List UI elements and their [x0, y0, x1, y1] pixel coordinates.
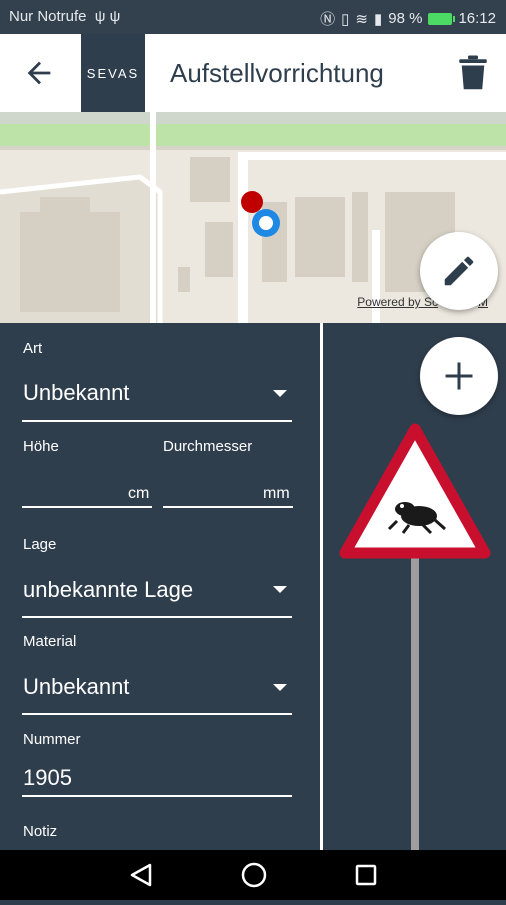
material-dropdown-icon[interactable]	[273, 684, 287, 691]
nfc-icon: Ⓝ	[320, 11, 336, 28]
carrier-text: Nur Notrufe	[9, 8, 87, 25]
sevas-logo: SEVAS	[81, 34, 145, 112]
status-bar: Nur Notrufe ψ ψ Ⓝ ▯ ≋ ▮ 98 % 16:12	[0, 0, 506, 34]
nav-buttons	[130, 862, 377, 888]
nummer-input[interactable]: 1905	[23, 765, 72, 791]
trash-icon[interactable]	[458, 54, 488, 92]
art-dropdown-icon[interactable]	[273, 390, 287, 397]
status-right: Ⓝ ▯ ≋ ▮ 98 % 16:12	[320, 8, 496, 29]
notiz-label: Notiz	[23, 823, 58, 840]
vibrate-icon: ▯	[341, 10, 350, 28]
durchmesser-label: Durchmesser	[163, 438, 253, 455]
art-select-value[interactable]: Unbekannt	[23, 380, 129, 406]
hoehe-label: Höhe	[23, 438, 59, 455]
clock: 16:12	[458, 10, 496, 27]
material-select-value[interactable]: Unbekannt	[23, 674, 129, 700]
usb-icon: ψ ψ	[94, 8, 121, 25]
add-sign-button[interactable]	[420, 337, 498, 415]
lage-select-value[interactable]: unbekannte Lage	[23, 577, 193, 603]
durchmesser-unit: mm	[263, 485, 290, 502]
hoehe-underline	[22, 506, 152, 508]
map-attribution-text: Powered by Sc	[357, 295, 438, 309]
durchmesser-underline	[163, 506, 293, 508]
logo-text: SEVAS	[86, 65, 140, 81]
app-bar: SEVAS Aufstellvorrichtung	[0, 34, 506, 112]
nummer-underline	[22, 795, 292, 797]
lage-dropdown-icon[interactable]	[273, 586, 287, 593]
attributes-form: Art Unbekannt Höhe Durchmesser cm mm Lag…	[0, 323, 320, 850]
lage-label: Lage	[23, 536, 57, 553]
nav-back-icon[interactable]	[130, 863, 152, 887]
edit-location-button[interactable]	[420, 232, 498, 310]
art-underline	[22, 420, 292, 422]
map-marker-red	[241, 191, 263, 213]
nummer-label: Nummer	[23, 731, 81, 748]
nav-home-icon[interactable]	[241, 862, 267, 888]
arrow-back-icon[interactable]	[22, 56, 56, 90]
pencil-icon	[444, 256, 474, 286]
material-label: Material	[23, 633, 77, 650]
plus-icon	[445, 362, 473, 390]
nav-recents-icon[interactable]	[355, 864, 377, 886]
page-title: Aufstellvorrichtung	[170, 58, 384, 88]
wifi-icon: ≋	[355, 10, 368, 28]
battery-icon	[428, 12, 456, 25]
material-underline	[22, 713, 292, 715]
hoehe-unit: cm	[128, 485, 150, 502]
battery-percent: 98 %	[388, 10, 423, 27]
art-label: Art	[23, 340, 43, 357]
system-nav-bar	[0, 850, 506, 900]
sim-icon: ▮	[373, 10, 383, 28]
lage-underline	[22, 616, 292, 618]
status-left: Nur Notrufe ψ ψ	[9, 8, 120, 25]
